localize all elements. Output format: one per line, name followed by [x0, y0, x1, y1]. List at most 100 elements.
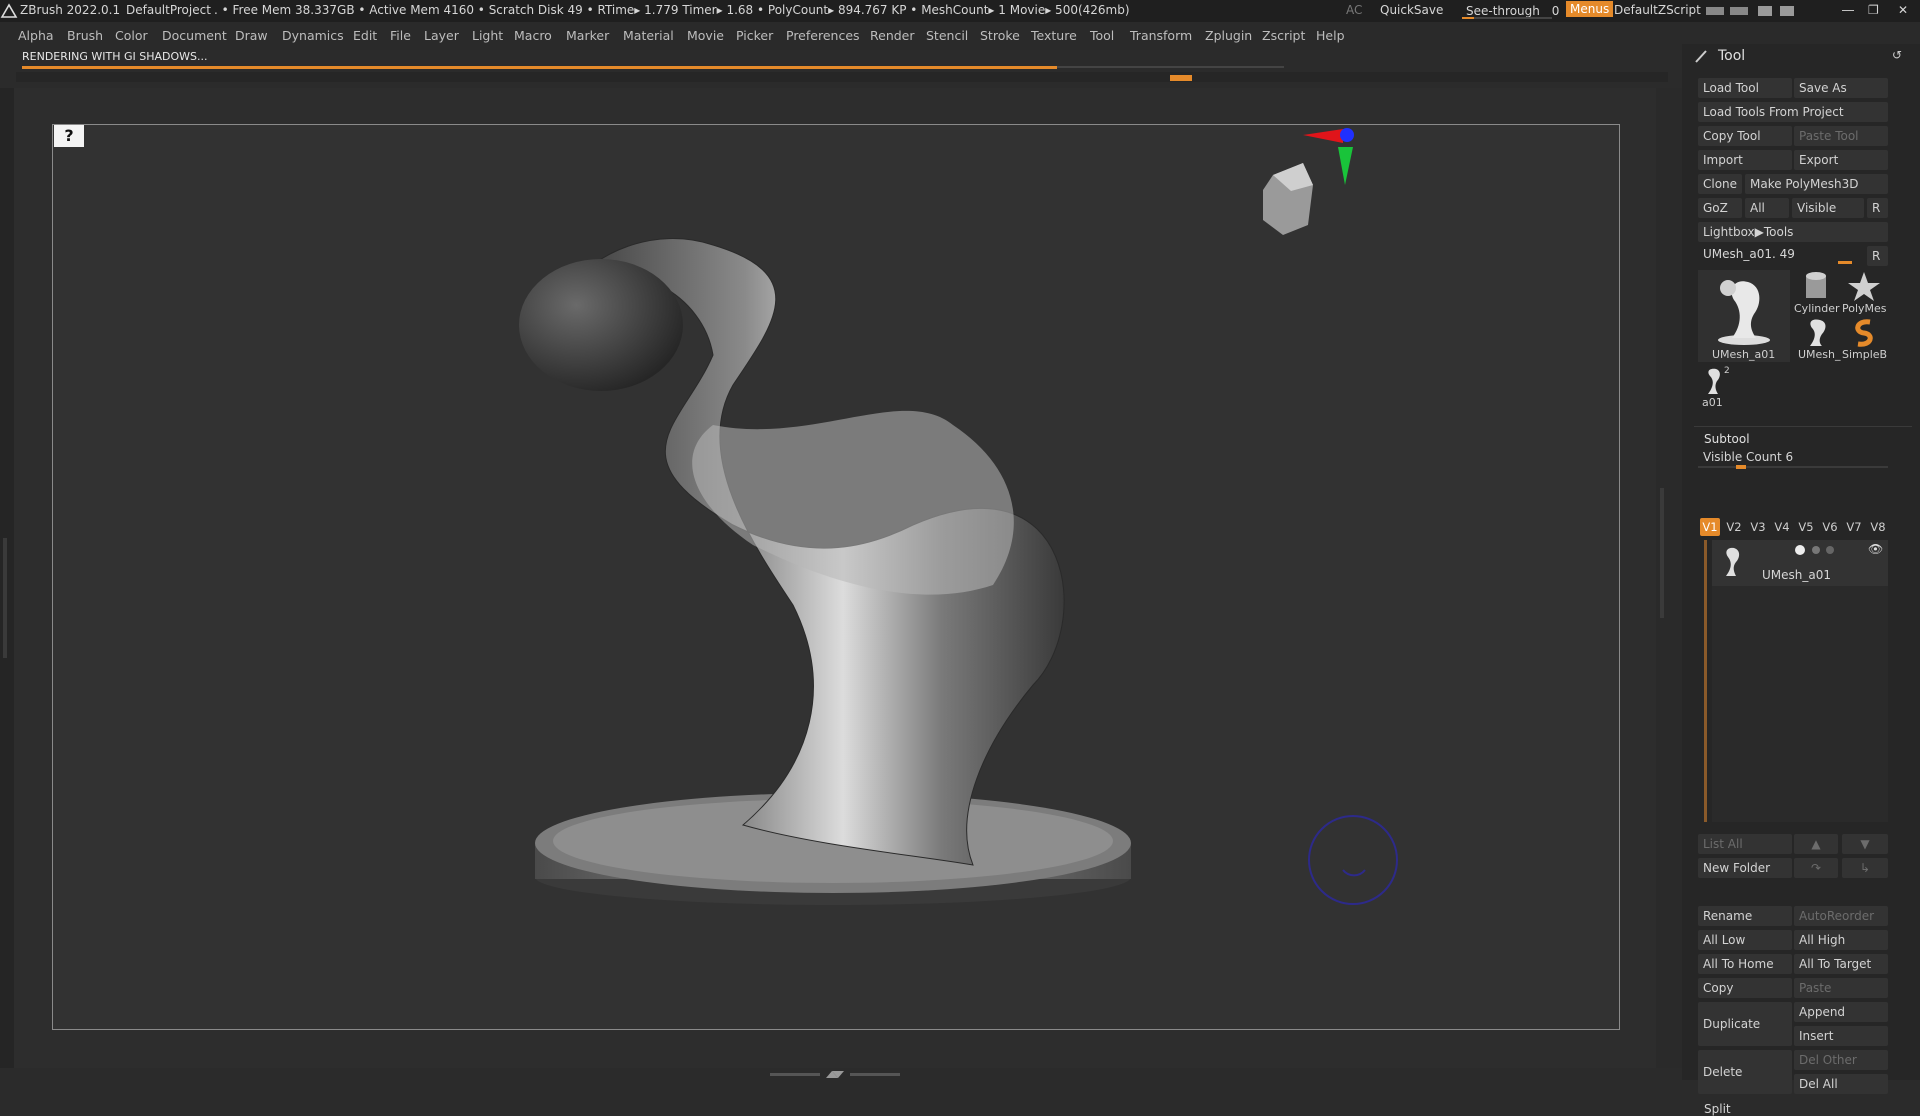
menu-zscript[interactable]: Zscript: [1262, 28, 1305, 43]
menu-picker[interactable]: Picker: [736, 28, 773, 43]
list-all-button[interactable]: List All: [1698, 834, 1792, 854]
append-button[interactable]: Append: [1794, 1002, 1888, 1022]
menu-transform[interactable]: Transform: [1130, 28, 1192, 43]
tool-thumb-umesh-small[interactable]: UMesh_: [1794, 316, 1841, 362]
minimize-icon[interactable]: ―: [1842, 3, 1854, 17]
menu-stencil[interactable]: Stencil: [926, 28, 968, 43]
menu-edit[interactable]: Edit: [353, 28, 377, 43]
copy-button[interactable]: Copy: [1698, 978, 1792, 998]
menu-dynamics[interactable]: Dynamics: [282, 28, 344, 43]
tab-v7[interactable]: V7: [1844, 518, 1864, 536]
tool-thumb-simplebrush[interactable]: SimpleB: [1842, 316, 1888, 362]
timeline-bar[interactable]: [16, 72, 1668, 82]
export-button[interactable]: Export: [1794, 150, 1888, 170]
new-folder-button[interactable]: New Folder: [1698, 858, 1792, 878]
tool-thumb-cylinder[interactable]: Cylinder: [1794, 270, 1840, 316]
timeline-marker[interactable]: [1170, 75, 1192, 81]
all-low-button[interactable]: All Low: [1698, 930, 1792, 950]
menu-color[interactable]: Color: [115, 28, 148, 43]
tab-v1[interactable]: V1: [1700, 518, 1720, 536]
tool-thumb-umesh-main[interactable]: UMesh_a01: [1698, 270, 1790, 362]
left-tray-handle[interactable]: [3, 538, 7, 658]
menu-brush[interactable]: Brush: [67, 28, 103, 43]
right-tray[interactable]: [1656, 88, 1682, 1068]
folder-out-icon[interactable]: ↳: [1842, 858, 1888, 878]
paste-tool-button[interactable]: Paste Tool: [1794, 126, 1888, 146]
del-all-button[interactable]: Del All: [1794, 1074, 1888, 1094]
current-tool-slider[interactable]: UMesh_a01. 49: [1698, 246, 1864, 264]
menu-preferences[interactable]: Preferences: [786, 28, 860, 43]
clone-button[interactable]: Clone: [1698, 174, 1742, 194]
duplicate-button[interactable]: Duplicate: [1698, 1002, 1792, 1046]
quicksave-button[interactable]: QuickSave: [1380, 3, 1443, 17]
all-to-target-button[interactable]: All To Target: [1794, 954, 1888, 974]
visible-count-slider[interactable]: Visible Count 6: [1698, 448, 1888, 469]
menu-file[interactable]: File: [390, 28, 411, 43]
menu-document[interactable]: Document: [162, 28, 227, 43]
bottom-tray-handle[interactable]: [770, 1068, 900, 1080]
load-tool-button[interactable]: Load Tool: [1698, 78, 1792, 98]
paste-button[interactable]: Paste: [1794, 978, 1888, 998]
goz-all-button[interactable]: All: [1745, 198, 1789, 218]
tab-v4[interactable]: V4: [1772, 518, 1792, 536]
subtool-header[interactable]: Subtool: [1704, 432, 1750, 446]
delete-button[interactable]: Delete: [1698, 1050, 1792, 1094]
move-down-icon[interactable]: ▼: [1842, 834, 1888, 854]
autoreorder-button[interactable]: AutoReorder: [1794, 906, 1888, 926]
load-tools-from-project-button[interactable]: Load Tools From Project: [1698, 102, 1888, 122]
tab-v3[interactable]: V3: [1748, 518, 1768, 536]
document-canvas[interactable]: [52, 124, 1620, 1030]
copy-tool-button[interactable]: Copy Tool: [1698, 126, 1792, 146]
tab-v2[interactable]: V2: [1724, 518, 1744, 536]
menu-alpha[interactable]: Alpha: [18, 28, 54, 43]
menu-texture[interactable]: Texture: [1031, 28, 1077, 43]
help-question-icon[interactable]: ?: [54, 125, 84, 147]
goz-r-button[interactable]: R: [1867, 198, 1888, 218]
insert-button[interactable]: Insert: [1794, 1026, 1888, 1046]
tab-v8[interactable]: V8: [1868, 518, 1888, 536]
goz-button[interactable]: GoZ: [1698, 198, 1742, 218]
import-button[interactable]: Import: [1698, 150, 1792, 170]
split-section-header[interactable]: Split: [1704, 1102, 1731, 1116]
tool-palette-header[interactable]: Tool ↺: [1682, 44, 1920, 70]
all-to-home-button[interactable]: All To Home: [1698, 954, 1792, 974]
menu-stroke[interactable]: Stroke: [980, 28, 1020, 43]
menu-macro[interactable]: Macro: [514, 28, 552, 43]
close-icon[interactable]: ✕: [1898, 3, 1908, 17]
folder-arrow-icon[interactable]: ↷: [1794, 858, 1838, 878]
rename-button[interactable]: Rename: [1698, 906, 1792, 926]
menu-help[interactable]: Help: [1316, 28, 1345, 43]
eye-visibility-icon[interactable]: 👁: [1868, 542, 1883, 556]
save-as-button[interactable]: Save As: [1794, 78, 1888, 98]
restore-icon[interactable]: ❐: [1868, 3, 1879, 17]
menu-marker[interactable]: Marker: [566, 28, 609, 43]
lightbox-tools-button[interactable]: Lightbox▶Tools: [1698, 222, 1888, 242]
menu-zplugin[interactable]: Zplugin: [1205, 28, 1252, 43]
menu-render[interactable]: Render: [870, 28, 915, 43]
subtool-scrollbar[interactable]: [1704, 540, 1707, 822]
menus-toggle[interactable]: Menus: [1566, 1, 1614, 17]
see-through-slider[interactable]: See-through 0: [1466, 1, 1559, 18]
layout-switch-icons[interactable]: [1706, 4, 1826, 21]
tab-v6[interactable]: V6: [1820, 518, 1840, 536]
all-high-button[interactable]: All High: [1794, 930, 1888, 950]
ac-label[interactable]: AC: [1346, 3, 1362, 17]
menu-light[interactable]: Light: [472, 28, 503, 43]
subtool-icons[interactable]: [1772, 544, 1862, 559]
refresh-icon[interactable]: ↺: [1892, 48, 1902, 62]
menu-movie[interactable]: Movie: [687, 28, 724, 43]
right-tray-handle[interactable]: [1660, 488, 1664, 618]
current-tool-r-button[interactable]: R: [1867, 246, 1888, 266]
list-item[interactable]: 👁 UMesh_a01: [1712, 540, 1888, 586]
goz-visible-button[interactable]: Visible: [1792, 198, 1864, 218]
tab-v5[interactable]: V5: [1796, 518, 1816, 536]
menu-tool[interactable]: Tool: [1090, 28, 1114, 43]
left-tray[interactable]: [0, 88, 14, 1068]
move-up-icon[interactable]: ▲: [1794, 834, 1838, 854]
default-zscript-button[interactable]: DefaultZScript: [1614, 3, 1701, 17]
tool-thumb-a01[interactable]: 2 a01: [1698, 366, 1738, 409]
menu-draw[interactable]: Draw: [235, 28, 268, 43]
tool-thumb-polymesh[interactable]: PolyMes: [1842, 270, 1888, 316]
make-polymesh-button[interactable]: Make PolyMesh3D: [1745, 174, 1888, 194]
project-name[interactable]: DefaultProject: [126, 3, 211, 17]
